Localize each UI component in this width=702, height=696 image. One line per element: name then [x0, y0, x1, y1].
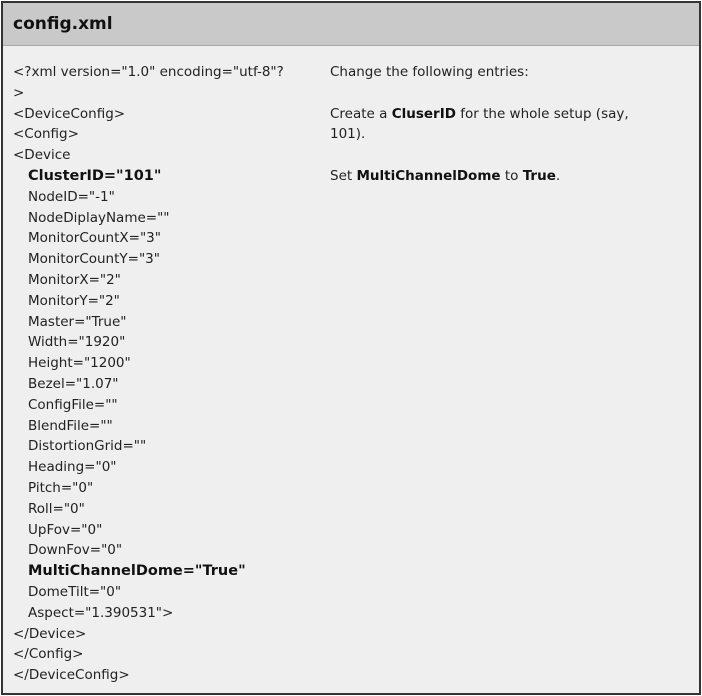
code-line: UpFov="0": [28, 521, 103, 538]
panel-header: config.xml: [3, 3, 699, 46]
cluster-id-term: CluserID: [391, 105, 456, 122]
code-line: <?xml version="1.0" encoding="utf-8"?: [13, 64, 284, 80]
code-line: Bezel="1.07": [28, 375, 119, 392]
cluster-instruction: Create a CluserID for the whole setup (s…: [330, 104, 680, 125]
code-line: Master="True": [28, 313, 127, 330]
code-line: MonitorCountY="3": [28, 251, 160, 268]
multichannel-dome-term: MultiChannelDome: [356, 167, 501, 184]
code-line: Roll="0": [28, 500, 85, 517]
cluster-instruction-post: for the whole setup (say,: [455, 105, 629, 122]
instructions-intro: Change the following entries:: [330, 64, 529, 80]
dome-instruction-mid: to: [500, 167, 523, 184]
code-line: ClusterID="101": [28, 167, 162, 184]
code-line: ConfigFile="": [28, 396, 118, 413]
code-line: <Config>: [13, 126, 79, 143]
dome-value-term: True: [522, 167, 556, 184]
code-line: MonitorY="2": [28, 292, 120, 309]
code-line: MonitorX="2": [28, 271, 121, 288]
code-line: NodeID="-1": [28, 188, 115, 205]
code-line: >: [13, 84, 25, 101]
xml-code-listing: <?xml version="1.0" encoding="utf-8"? > <D…: [13, 62, 323, 686]
cluster-instruction-line2: 101).: [330, 126, 366, 143]
code-line: </Device>: [13, 625, 87, 642]
code-line: NodeDiplayName="": [28, 209, 170, 226]
code-line: Pitch="0": [28, 479, 94, 496]
panel-title: config.xml: [13, 14, 113, 34]
code-line: Height="1200": [28, 355, 131, 372]
dome-instruction: Set MultiChannelDome to True.: [330, 166, 680, 187]
code-line: <DeviceConfig>: [13, 105, 126, 122]
code-line: DistortionGrid="": [28, 438, 147, 455]
code-line: Aspect="1.390531">: [28, 604, 174, 621]
code-line: </Config>: [13, 646, 84, 663]
code-line: Heading="0": [28, 459, 117, 476]
code-line: MonitorCountX="3": [28, 230, 161, 247]
dome-instruction-pre: Set: [330, 167, 357, 184]
code-line: Width="1920": [28, 334, 126, 351]
code-line: DownFov="0": [28, 542, 123, 559]
code-line: </DeviceConfig>: [13, 667, 130, 684]
config-panel: config.xml <?xml version="1.0" encoding=…: [1, 1, 701, 695]
instructions: Change the following entries: Create a C…: [330, 62, 680, 187]
code-line: BlendFile="": [28, 417, 113, 434]
code-line: DomeTilt="0": [28, 583, 122, 600]
dome-instruction-end: .: [555, 167, 561, 184]
code-line: MultiChannelDome="True": [28, 563, 246, 580]
code-line: <Device: [13, 147, 71, 164]
cluster-instruction-pre: Create a: [330, 105, 392, 122]
